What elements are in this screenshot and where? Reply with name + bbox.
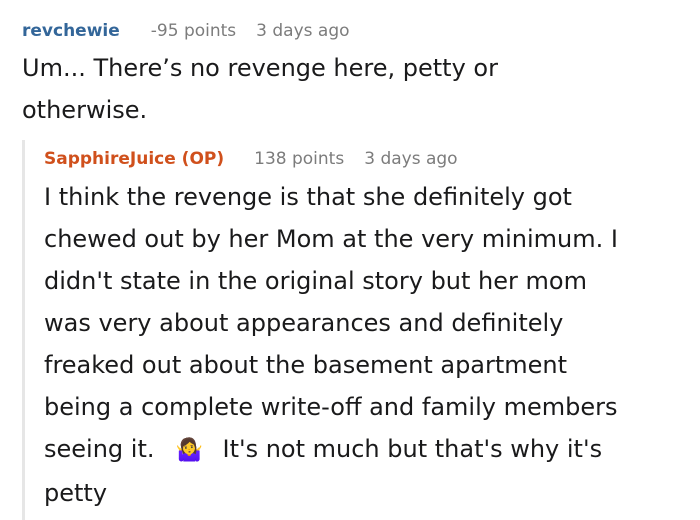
reply-points: 138 points: [254, 149, 345, 169]
reply-body-line-with-emoji: seeing it. 🤷‍♀️ It's not much but that's w…: [44, 428, 684, 472]
reply-body-line: chewed out by her Mom at the very minimu…: [44, 225, 618, 253]
reply-meta: SapphireJuice (OP) 138 points 3 days ago: [44, 146, 684, 172]
reply-body-text: seeing it.: [44, 435, 155, 463]
reply-comment: SapphireJuice (OP) 138 points 3 days ago…: [44, 146, 684, 514]
reply-timestamp[interactable]: 3 days ago: [364, 146, 457, 172]
reply-body-line: freaked out about the basement apartment: [44, 351, 568, 379]
comment-author-link[interactable]: revchewie: [22, 18, 120, 44]
reply-body-line: I think the revenge is that she definite…: [44, 183, 572, 211]
comment-body: Um... There’s no revenge here, petty or …: [22, 47, 582, 131]
comment-meta: revchewie -95 points 3 days ago: [22, 18, 692, 44]
reply-body-line: was very about appearances and definitel…: [44, 309, 564, 337]
reply-body-line: being a complete write-off and family me…: [44, 393, 618, 421]
reply-body-line: didn't state in the original story but h…: [44, 267, 587, 295]
comment-body-line: Um... There’s no revenge here, petty or: [22, 54, 498, 82]
reply-body: I think the revenge is that she definite…: [44, 176, 684, 514]
comment-timestamp[interactable]: 3 days ago: [256, 18, 349, 44]
reply-thread: SapphireJuice (OP) 138 points 3 days ago…: [22, 140, 694, 520]
reply-body-text: It's not much but that's why it's: [222, 435, 603, 463]
reply-author-link[interactable]: SapphireJuice (OP): [44, 146, 224, 172]
shrug-emoji-icon: 🤷‍♀️: [175, 438, 204, 463]
comment-body-line: otherwise.: [22, 96, 148, 124]
comment-points: -95 points: [150, 21, 237, 41]
reply-body-line: petty: [44, 479, 108, 507]
comment: revchewie -95 points 3 days ago Um... Th…: [22, 18, 692, 131]
